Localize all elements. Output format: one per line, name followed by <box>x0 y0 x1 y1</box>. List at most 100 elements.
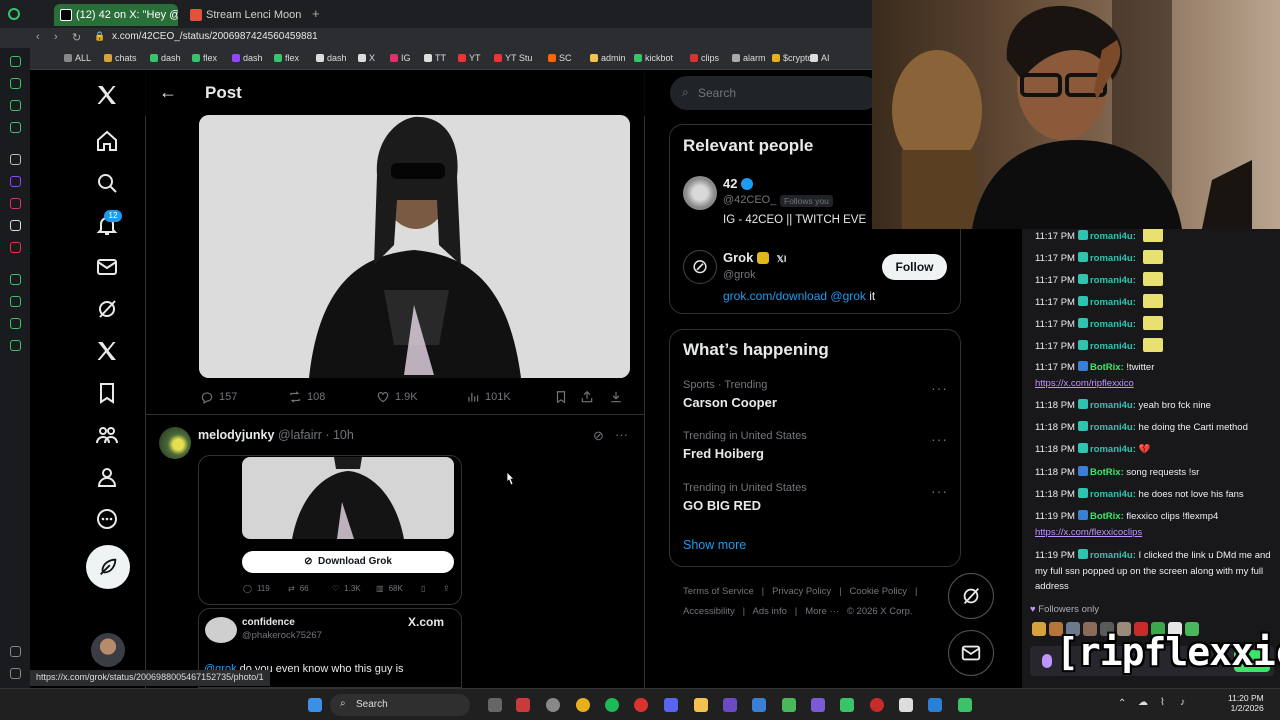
explore-search-icon[interactable] <box>92 168 122 198</box>
instagram-sidebar-icon[interactable] <box>10 198 21 209</box>
messages-mail-icon[interactable] <box>92 252 122 282</box>
chat-username[interactable]: romani4u: <box>1090 444 1136 455</box>
spotify-icon[interactable] <box>605 698 619 712</box>
bookmark-item[interactable]: X <box>358 53 375 63</box>
chat-username[interactable]: BotRix: <box>1090 511 1124 522</box>
back-arrow-icon[interactable]: ← <box>159 82 177 103</box>
bookmark-item[interactable]: flex <box>274 53 299 63</box>
trend-item[interactable]: Sports · Trending Carson Cooper <box>683 379 777 410</box>
chat-username[interactable]: romani4u: <box>1090 297 1136 308</box>
chat-link[interactable]: https://x.com/flexxicoclips <box>1035 527 1142 538</box>
grok-explain-icon[interactable]: ⊘ <box>593 428 604 444</box>
home-icon[interactable] <box>92 126 122 156</box>
reply-bookmark-icon[interactable]: ▯ <box>421 584 425 593</box>
profile-icon[interactable] <box>92 462 122 492</box>
bookmark-item[interactable]: kickbot <box>634 53 673 63</box>
show-more-link[interactable]: Show more <box>683 538 746 552</box>
bookmark-item[interactable]: YT <box>458 53 481 63</box>
bookmark-item[interactable]: dash <box>150 53 181 63</box>
chrome-icon[interactable] <box>576 698 590 712</box>
volume-icon[interactable]: ♪ <box>1180 697 1185 708</box>
task-view-icon[interactable] <box>488 698 502 712</box>
bookmark-item[interactable]: TT <box>424 53 446 63</box>
app-icon[interactable] <box>899 698 913 712</box>
reply-share-icon[interactable]: ⇪ <box>443 584 450 593</box>
premium-x-icon[interactable] <box>92 336 122 366</box>
person-name-42[interactable]: 42 <box>723 176 754 191</box>
grok-card-image[interactable] <box>242 457 454 539</box>
post-image[interactable] <box>199 115 630 378</box>
bookmark-item[interactable]: dash <box>232 53 263 63</box>
share-button[interactable] <box>580 390 594 404</box>
chat-username[interactable]: romani4u: <box>1090 550 1136 561</box>
accessibility-link[interactable]: Accessibility <box>683 606 735 617</box>
communities-icon[interactable] <box>92 420 122 450</box>
person-name-grok[interactable]: Grok 𝕏I <box>723 250 786 265</box>
download-grok-button[interactable]: ⊘ Download Grok <box>242 551 454 573</box>
bookmark-item[interactable]: AI <box>810 53 830 63</box>
system-clock[interactable]: 11:20 PM 1/2/2026 <box>1228 693 1264 713</box>
search-input[interactable]: ⌕ Search <box>670 76 880 110</box>
chat-username[interactable]: romani4u: <box>1090 422 1136 433</box>
more-sidebar-icon[interactable] <box>10 668 21 679</box>
sidebar-app-icon[interactable] <box>10 296 21 307</box>
chat-username[interactable]: romani4u: <box>1090 400 1136 411</box>
app-icon[interactable] <box>782 698 796 712</box>
wifi-icon[interactable]: ⌇ <box>1160 697 1165 708</box>
bookmark-button[interactable] <box>554 390 568 404</box>
sidebar-app-icon[interactable] <box>10 56 21 67</box>
bookmark-item[interactable]: IG <box>390 53 411 63</box>
view-count[interactable]: 101K <box>466 390 511 404</box>
settings-sidebar-icon[interactable] <box>10 340 21 351</box>
opera-icon[interactable] <box>8 8 20 20</box>
bookmarks-icon[interactable] <box>92 378 122 408</box>
sidebar-app-icon[interactable] <box>10 646 21 657</box>
app-icon[interactable] <box>546 698 560 712</box>
chat-username[interactable]: romani4u: <box>1090 231 1136 242</box>
sidebar-app-icon[interactable] <box>10 122 21 133</box>
bookmark-item[interactable]: flex <box>192 53 217 63</box>
chat-username[interactable]: romani4u: <box>1090 319 1136 330</box>
like-count[interactable]: 1.9K <box>376 390 418 404</box>
onedrive-icon[interactable]: ☁ <box>1138 697 1148 708</box>
x-sidebar-icon[interactable] <box>10 220 21 231</box>
more-options-icon[interactable]: ··· <box>615 427 628 442</box>
tab-x-post[interactable]: (12) 42 on X: "Hey @grok <box>54 4 178 26</box>
grok-avatar-icon[interactable]: ⊘ <box>683 250 717 284</box>
reply-handle[interactable]: @lafairr <box>278 428 322 442</box>
app-icon[interactable] <box>958 698 972 712</box>
app-icon[interactable] <box>811 698 825 712</box>
app-icon[interactable] <box>840 698 854 712</box>
reload-icon[interactable]: ↻ <box>72 31 81 44</box>
trend-more-icon[interactable]: ··· <box>931 483 948 499</box>
x-logo-icon[interactable] <box>92 80 122 110</box>
trend-item[interactable]: Trending in United States Fred Hoiberg <box>683 430 807 461</box>
bookmark-item[interactable]: alarm <box>732 53 766 63</box>
reply-like-count[interactable]: ♡ 1.3K <box>332 584 361 593</box>
repost-count[interactable]: 108 <box>288 390 325 404</box>
more-icon[interactable] <box>92 504 122 534</box>
bookmark-item[interactable]: YT Stu <box>494 53 532 63</box>
url-text[interactable]: x.com/42CEO_/status/2006987424560459881 <box>112 31 318 42</box>
reply-reply-count[interactable]: ◯ 119 <box>243 584 270 593</box>
more-footer-link[interactable]: More ··· <box>805 606 839 617</box>
back-icon[interactable]: ‹ <box>36 31 40 43</box>
emote-icon[interactable] <box>1032 622 1046 636</box>
chat-username[interactable]: romani4u: <box>1090 253 1136 264</box>
cookie-link[interactable]: Cookie Policy <box>850 586 908 597</box>
download-button[interactable] <box>609 390 623 404</box>
bookmark-item[interactable]: chats <box>104 53 137 63</box>
sidebar-app-icon[interactable] <box>10 274 21 285</box>
bookmark-item[interactable]: ALL <box>64 53 91 63</box>
app-icon[interactable] <box>870 698 884 712</box>
app-icon[interactable] <box>928 698 942 712</box>
sidebar-app-icon[interactable] <box>10 242 21 253</box>
discord-icon[interactable] <box>664 698 678 712</box>
tray-chevron-icon[interactable]: ⌃ <box>1118 698 1126 709</box>
messages-fab-button[interactable] <box>948 630 994 676</box>
reply-name[interactable]: melodyjunky <box>198 428 274 442</box>
reply-repost-count[interactable]: ⇄ 66 <box>288 584 309 593</box>
reply-count[interactable]: 157 <box>200 390 237 404</box>
sidebar-app-icon[interactable] <box>10 318 21 329</box>
chat-username[interactable]: romani4u: <box>1090 489 1136 500</box>
